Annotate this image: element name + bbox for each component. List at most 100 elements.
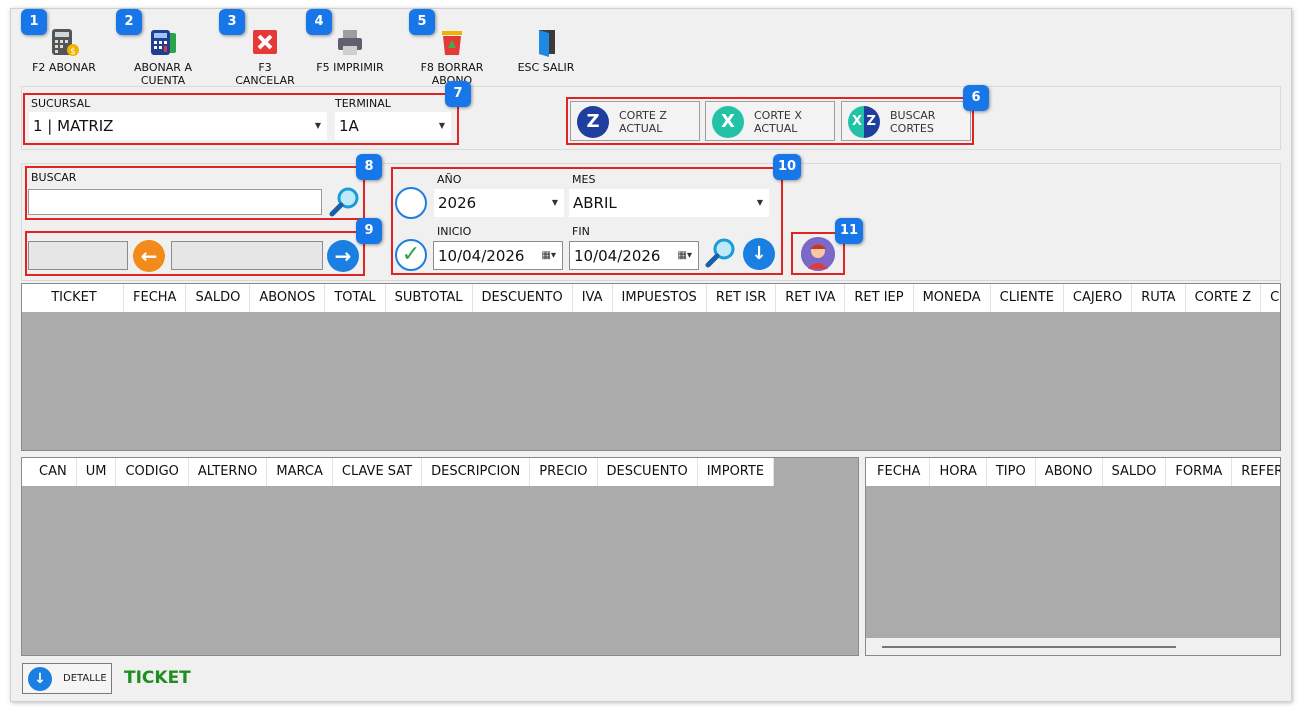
corte-z-line1: CORTE Z: [619, 109, 667, 122]
badge-2: 2: [116, 9, 142, 35]
printer-icon: [335, 27, 365, 57]
badge-8: 8: [356, 154, 382, 180]
abonar-a-cuenta-button[interactable]: ABONAR A CUENTA: [111, 27, 215, 87]
borrar-abono-button[interactable]: F8 BORRAR ABONO: [399, 27, 505, 87]
chevron-down-icon: ▼: [314, 121, 321, 130]
col-importe[interactable]: IMPORTE: [698, 458, 775, 486]
x-circle-icon: X: [712, 106, 744, 138]
col-ruta[interactable]: RUTA: [1132, 284, 1186, 312]
abonar-label: F2 ABONAR: [32, 61, 96, 74]
ticket-start-field[interactable]: [28, 241, 128, 270]
detalle-button[interactable]: ↓ DETALLE: [22, 663, 112, 694]
col-um[interactable]: UM: [77, 458, 117, 486]
anio-select[interactable]: 2026 ▼: [434, 189, 564, 217]
col-descripcion[interactable]: DESCRIPCION: [422, 458, 531, 486]
col-referencia[interactable]: REFERENCIA: [1232, 458, 1280, 486]
corte-z-button[interactable]: Z CORTE Z ACTUAL: [570, 101, 700, 141]
badge-7: 7: [445, 81, 471, 107]
rango-radio-check-icon[interactable]: ✓: [395, 239, 427, 271]
buscar-input[interactable]: [28, 189, 322, 215]
mes-select[interactable]: ABRIL ▼: [569, 189, 769, 217]
abonar-a-cuenta-label: ABONAR A CUENTA: [134, 61, 192, 87]
corte-x-line2: ACTUAL: [754, 122, 798, 135]
fin-value: 10/04/2026: [574, 247, 661, 265]
calendar-icon: ▦▾: [541, 250, 556, 261]
col-clave-sat[interactable]: CLAVE SAT: [333, 458, 423, 486]
sucursal-label: SUCURSAL: [31, 97, 91, 110]
tickets-grid[interactable]: TICKET FECHA SALDO ABONOS TOTAL SUBTOTAL…: [21, 283, 1281, 451]
col-descuento[interactable]: DESCUENTO: [598, 458, 698, 486]
col-codigo[interactable]: CODIGO: [116, 458, 189, 486]
ticket-status-label: TICKET: [124, 668, 191, 688]
horizontal-scrollbar[interactable]: [866, 638, 1280, 655]
cancelar-button[interactable]: F3 CANCELAR: [229, 27, 301, 87]
mes-radio[interactable]: [395, 187, 427, 219]
col-precio[interactable]: PRECIO: [530, 458, 598, 486]
anio-value: 2026: [438, 194, 477, 212]
ticket-end-field[interactable]: [171, 241, 323, 270]
trash-bin-icon: [437, 27, 467, 57]
col-can[interactable]: CAN: [30, 458, 77, 486]
col-hora[interactable]: HORA: [930, 458, 987, 486]
search-icon[interactable]: [329, 186, 361, 218]
col-corte-z[interactable]: CORTE Z: [1186, 284, 1262, 312]
col-cajero[interactable]: CAJERO: [1064, 284, 1133, 312]
arrow-down-icon: ↓: [28, 667, 52, 691]
buscar-cortes-line2: CORTES: [890, 122, 934, 135]
detalle-label: DETALLE: [63, 673, 107, 684]
detalle-grid[interactable]: CAN UM CODIGO ALTERNO MARCA CLAVE SAT DE…: [21, 457, 859, 656]
mes-label: MES: [572, 173, 596, 186]
corte-x-button[interactable]: X CORTE X ACTUAL: [705, 101, 835, 141]
col-ticket[interactable]: TICKET: [25, 284, 124, 312]
calculator-cards-icon: [148, 27, 178, 57]
arrow-right-icon[interactable]: →: [327, 240, 359, 272]
col-corte-x[interactable]: CORTE X: [1261, 284, 1280, 312]
search-periodo-icon[interactable]: [705, 237, 737, 269]
col-fecha[interactable]: FECHA: [124, 284, 187, 312]
badge-5: 5: [409, 9, 435, 35]
cashier-avatar-icon[interactable]: [801, 237, 835, 271]
fin-date-picker[interactable]: 10/04/2026 ▦▾: [569, 241, 699, 270]
col-fecha[interactable]: FECHA: [868, 458, 931, 486]
arrow-left-icon[interactable]: ←: [133, 240, 165, 272]
col-alterno[interactable]: ALTERNO: [189, 458, 268, 486]
fin-label: FIN: [572, 225, 590, 238]
terminal-value: 1A: [339, 117, 359, 135]
abonos-grid-header: FECHA HORA TIPO ABONO SALDO FORMA REFERE…: [866, 458, 1280, 486]
col-ret-isr[interactable]: RET ISR: [707, 284, 777, 312]
cancel-x-icon: [250, 27, 280, 57]
col-impuestos[interactable]: IMPUESTOS: [613, 284, 707, 312]
col-iva[interactable]: IVA: [573, 284, 613, 312]
calculator-coin-icon: $: [49, 27, 79, 57]
buscar-cortes-button[interactable]: X Z BUSCAR CORTES: [841, 101, 971, 141]
col-cliente[interactable]: CLIENTE: [991, 284, 1064, 312]
abonos-grid[interactable]: FECHA HORA TIPO ABONO SALDO FORMA REFERE…: [865, 457, 1281, 656]
salir-button[interactable]: ESC SALIR: [517, 27, 575, 74]
anio-label: AÑO: [437, 173, 462, 186]
sucursal-select[interactable]: 1 | MATRIZ ▼: [29, 112, 327, 140]
arrow-down-icon[interactable]: ↓: [743, 238, 775, 270]
corte-z-line2: ACTUAL: [619, 122, 663, 135]
col-marca[interactable]: MARCA: [267, 458, 333, 486]
col-moneda[interactable]: MONEDA: [914, 284, 991, 312]
badge-10: 10: [773, 154, 801, 180]
main-window: $ F2 ABONAR ABONAR A CUENTA F3 CANCELAR …: [10, 8, 1292, 702]
col-ret-iva[interactable]: RET IVA: [776, 284, 846, 312]
col-abono[interactable]: ABONO: [1036, 458, 1103, 486]
terminal-select[interactable]: 1A ▼: [335, 112, 451, 140]
chevron-down-icon: ▼: [756, 198, 763, 207]
buscar-cortes-line1: BUSCAR: [890, 109, 936, 122]
col-total[interactable]: TOTAL: [325, 284, 386, 312]
col-ret-iep[interactable]: RET IEP: [845, 284, 914, 312]
col-tipo[interactable]: TIPO: [987, 458, 1036, 486]
col-forma[interactable]: FORMA: [1166, 458, 1233, 486]
inicio-date-picker[interactable]: 10/04/2026 ▦▾: [433, 241, 563, 270]
col-subtotal[interactable]: SUBTOTAL: [386, 284, 473, 312]
buscar-label: BUSCAR: [31, 171, 77, 184]
col-saldo[interactable]: SALDO: [1103, 458, 1167, 486]
detalle-grid-header: CAN UM CODIGO ALTERNO MARCA CLAVE SAT DE…: [22, 458, 775, 486]
col-saldo[interactable]: SALDO: [186, 284, 251, 312]
scrollbar-thumb[interactable]: [882, 646, 1176, 648]
col-abonos[interactable]: ABONOS: [250, 284, 326, 312]
col-descuento[interactable]: DESCUENTO: [473, 284, 573, 312]
